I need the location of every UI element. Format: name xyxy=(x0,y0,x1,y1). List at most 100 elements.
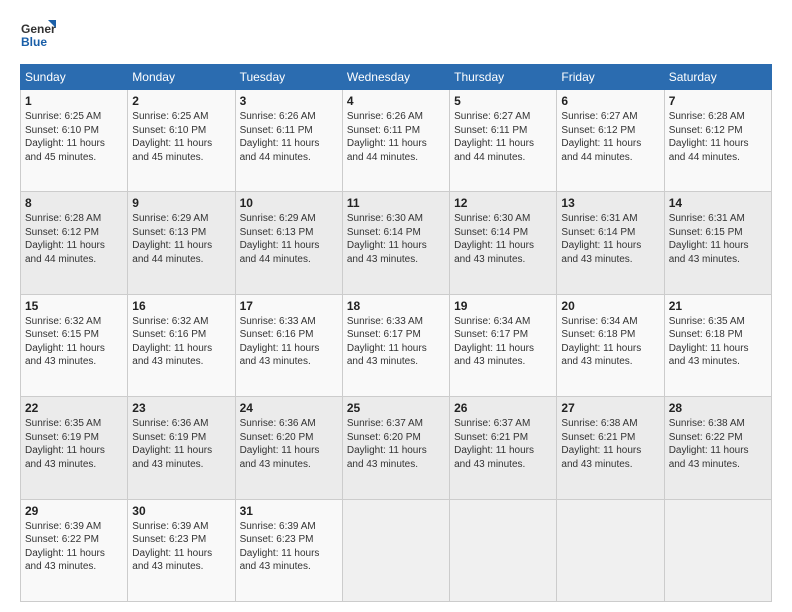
day-detail: Sunrise: 6:35 AMSunset: 6:18 PMDaylight:… xyxy=(669,316,749,368)
day-detail: Sunrise: 6:32 AMSunset: 6:16 PMDaylight:… xyxy=(132,316,212,368)
day-number: 28 xyxy=(669,401,767,415)
weekday-header-cell: Tuesday xyxy=(235,65,342,90)
calendar-day-cell: 11 Sunrise: 6:30 AMSunset: 6:14 PMDaylig… xyxy=(342,192,449,294)
day-detail: Sunrise: 6:32 AMSunset: 6:15 PMDaylight:… xyxy=(25,316,105,368)
svg-text:General: General xyxy=(21,22,56,36)
day-detail: Sunrise: 6:30 AMSunset: 6:14 PMDaylight:… xyxy=(454,213,534,265)
day-detail: Sunrise: 6:29 AMSunset: 6:13 PMDaylight:… xyxy=(240,213,320,265)
day-number: 30 xyxy=(132,504,230,518)
calendar-day-cell: 25 Sunrise: 6:37 AMSunset: 6:20 PMDaylig… xyxy=(342,397,449,499)
day-detail: Sunrise: 6:31 AMSunset: 6:14 PMDaylight:… xyxy=(561,213,641,265)
calendar-day-cell: 2 Sunrise: 6:25 AMSunset: 6:10 PMDayligh… xyxy=(128,90,235,192)
calendar-day-cell: 6 Sunrise: 6:27 AMSunset: 6:12 PMDayligh… xyxy=(557,90,664,192)
day-number: 10 xyxy=(240,196,338,210)
day-detail: Sunrise: 6:29 AMSunset: 6:13 PMDaylight:… xyxy=(132,213,212,265)
weekday-header-cell: Friday xyxy=(557,65,664,90)
calendar-day-cell: 19 Sunrise: 6:34 AMSunset: 6:17 PMDaylig… xyxy=(450,294,557,396)
calendar-day-cell: 12 Sunrise: 6:30 AMSunset: 6:14 PMDaylig… xyxy=(450,192,557,294)
calendar-day-cell: 28 Sunrise: 6:38 AMSunset: 6:22 PMDaylig… xyxy=(664,397,771,499)
calendar-day-cell: 1 Sunrise: 6:25 AMSunset: 6:10 PMDayligh… xyxy=(21,90,128,192)
calendar-day-cell xyxy=(557,499,664,601)
calendar-day-cell: 23 Sunrise: 6:36 AMSunset: 6:19 PMDaylig… xyxy=(128,397,235,499)
day-number: 9 xyxy=(132,196,230,210)
calendar-day-cell xyxy=(342,499,449,601)
calendar-day-cell: 16 Sunrise: 6:32 AMSunset: 6:16 PMDaylig… xyxy=(128,294,235,396)
day-detail: Sunrise: 6:28 AMSunset: 6:12 PMDaylight:… xyxy=(25,213,105,265)
day-number: 25 xyxy=(347,401,445,415)
day-number: 22 xyxy=(25,401,123,415)
calendar-day-cell: 30 Sunrise: 6:39 AMSunset: 6:23 PMDaylig… xyxy=(128,499,235,601)
day-number: 20 xyxy=(561,299,659,313)
calendar-day-cell: 4 Sunrise: 6:26 AMSunset: 6:11 PMDayligh… xyxy=(342,90,449,192)
calendar-day-cell: 7 Sunrise: 6:28 AMSunset: 6:12 PMDayligh… xyxy=(664,90,771,192)
calendar-week-row: 22 Sunrise: 6:35 AMSunset: 6:19 PMDaylig… xyxy=(21,397,772,499)
day-number: 14 xyxy=(669,196,767,210)
day-number: 26 xyxy=(454,401,552,415)
day-number: 17 xyxy=(240,299,338,313)
calendar-day-cell: 18 Sunrise: 6:33 AMSunset: 6:17 PMDaylig… xyxy=(342,294,449,396)
weekday-header-cell: Thursday xyxy=(450,65,557,90)
day-number: 8 xyxy=(25,196,123,210)
day-detail: Sunrise: 6:39 AMSunset: 6:23 PMDaylight:… xyxy=(132,521,212,573)
page: General Blue SundayMondayTuesdayWednesda… xyxy=(0,0,792,612)
calendar-day-cell: 21 Sunrise: 6:35 AMSunset: 6:18 PMDaylig… xyxy=(664,294,771,396)
calendar-day-cell: 8 Sunrise: 6:28 AMSunset: 6:12 PMDayligh… xyxy=(21,192,128,294)
day-detail: Sunrise: 6:28 AMSunset: 6:12 PMDaylight:… xyxy=(669,111,749,163)
day-detail: Sunrise: 6:27 AMSunset: 6:12 PMDaylight:… xyxy=(561,111,641,163)
calendar-day-cell: 24 Sunrise: 6:36 AMSunset: 6:20 PMDaylig… xyxy=(235,397,342,499)
header: General Blue xyxy=(20,18,772,54)
calendar-day-cell: 9 Sunrise: 6:29 AMSunset: 6:13 PMDayligh… xyxy=(128,192,235,294)
day-number: 5 xyxy=(454,94,552,108)
calendar-day-cell xyxy=(450,499,557,601)
calendar-day-cell: 14 Sunrise: 6:31 AMSunset: 6:15 PMDaylig… xyxy=(664,192,771,294)
day-detail: Sunrise: 6:26 AMSunset: 6:11 PMDaylight:… xyxy=(347,111,427,163)
calendar-day-cell: 22 Sunrise: 6:35 AMSunset: 6:19 PMDaylig… xyxy=(21,397,128,499)
day-detail: Sunrise: 6:34 AMSunset: 6:17 PMDaylight:… xyxy=(454,316,534,368)
day-detail: Sunrise: 6:25 AMSunset: 6:10 PMDaylight:… xyxy=(132,111,212,163)
calendar-day-cell: 10 Sunrise: 6:29 AMSunset: 6:13 PMDaylig… xyxy=(235,192,342,294)
weekday-header-cell: Saturday xyxy=(664,65,771,90)
day-number: 2 xyxy=(132,94,230,108)
day-detail: Sunrise: 6:38 AMSunset: 6:22 PMDaylight:… xyxy=(669,418,749,470)
day-detail: Sunrise: 6:39 AMSunset: 6:22 PMDaylight:… xyxy=(25,521,105,573)
day-detail: Sunrise: 6:37 AMSunset: 6:20 PMDaylight:… xyxy=(347,418,427,470)
weekday-header-cell: Monday xyxy=(128,65,235,90)
day-detail: Sunrise: 6:33 AMSunset: 6:17 PMDaylight:… xyxy=(347,316,427,368)
day-number: 18 xyxy=(347,299,445,313)
day-number: 4 xyxy=(347,94,445,108)
calendar-day-cell xyxy=(664,499,771,601)
day-detail: Sunrise: 6:37 AMSunset: 6:21 PMDaylight:… xyxy=(454,418,534,470)
day-number: 21 xyxy=(669,299,767,313)
calendar-day-cell: 15 Sunrise: 6:32 AMSunset: 6:15 PMDaylig… xyxy=(21,294,128,396)
calendar-day-cell: 13 Sunrise: 6:31 AMSunset: 6:14 PMDaylig… xyxy=(557,192,664,294)
calendar-day-cell: 20 Sunrise: 6:34 AMSunset: 6:18 PMDaylig… xyxy=(557,294,664,396)
day-detail: Sunrise: 6:30 AMSunset: 6:14 PMDaylight:… xyxy=(347,213,427,265)
day-detail: Sunrise: 6:33 AMSunset: 6:16 PMDaylight:… xyxy=(240,316,320,368)
logo: General Blue xyxy=(20,18,56,54)
calendar-body: 1 Sunrise: 6:25 AMSunset: 6:10 PMDayligh… xyxy=(21,90,772,602)
day-number: 19 xyxy=(454,299,552,313)
day-number: 3 xyxy=(240,94,338,108)
day-number: 24 xyxy=(240,401,338,415)
day-detail: Sunrise: 6:36 AMSunset: 6:19 PMDaylight:… xyxy=(132,418,212,470)
logo-svg: General Blue xyxy=(20,18,56,54)
day-number: 27 xyxy=(561,401,659,415)
svg-text:Blue: Blue xyxy=(21,35,47,49)
day-number: 13 xyxy=(561,196,659,210)
calendar-day-cell: 26 Sunrise: 6:37 AMSunset: 6:21 PMDaylig… xyxy=(450,397,557,499)
day-detail: Sunrise: 6:39 AMSunset: 6:23 PMDaylight:… xyxy=(240,521,320,573)
day-detail: Sunrise: 6:34 AMSunset: 6:18 PMDaylight:… xyxy=(561,316,641,368)
day-number: 11 xyxy=(347,196,445,210)
calendar-week-row: 1 Sunrise: 6:25 AMSunset: 6:10 PMDayligh… xyxy=(21,90,772,192)
calendar-day-cell: 27 Sunrise: 6:38 AMSunset: 6:21 PMDaylig… xyxy=(557,397,664,499)
day-number: 12 xyxy=(454,196,552,210)
day-detail: Sunrise: 6:36 AMSunset: 6:20 PMDaylight:… xyxy=(240,418,320,470)
day-detail: Sunrise: 6:27 AMSunset: 6:11 PMDaylight:… xyxy=(454,111,534,163)
calendar-week-row: 8 Sunrise: 6:28 AMSunset: 6:12 PMDayligh… xyxy=(21,192,772,294)
calendar-week-row: 15 Sunrise: 6:32 AMSunset: 6:15 PMDaylig… xyxy=(21,294,772,396)
day-number: 6 xyxy=(561,94,659,108)
calendar-day-cell: 17 Sunrise: 6:33 AMSunset: 6:16 PMDaylig… xyxy=(235,294,342,396)
calendar-day-cell: 31 Sunrise: 6:39 AMSunset: 6:23 PMDaylig… xyxy=(235,499,342,601)
calendar-week-row: 29 Sunrise: 6:39 AMSunset: 6:22 PMDaylig… xyxy=(21,499,772,601)
calendar-day-cell: 5 Sunrise: 6:27 AMSunset: 6:11 PMDayligh… xyxy=(450,90,557,192)
